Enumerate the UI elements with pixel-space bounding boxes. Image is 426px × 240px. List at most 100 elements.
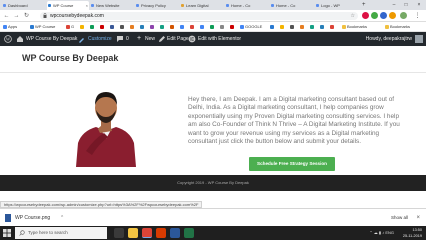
- windows-start-icon[interactable]: [3, 229, 11, 237]
- bookmark-google[interactable]: GOOGLE: [240, 22, 262, 32]
- folder-icon: [385, 25, 389, 29]
- bookmark-item[interactable]: [320, 22, 325, 32]
- site-favicon-icon: [220, 25, 224, 29]
- bookmark-item[interactable]: [290, 22, 295, 32]
- bookmark-item[interactable]: [130, 22, 135, 32]
- close-icon[interactable]: ×: [416, 209, 420, 227]
- tab-wp-course[interactable]: WP Course ×: [47, 1, 89, 10]
- bookmark-item[interactable]: [150, 22, 155, 32]
- reload-icon[interactable]: ↻: [22, 11, 31, 21]
- windows-taskbar: Type here to search ⌃ ☁ ▮ ♪ ENG 13:50 25…: [0, 226, 426, 240]
- site-favicon-icon: [280, 25, 284, 29]
- download-file-name[interactable]: WP Course.png: [15, 209, 50, 227]
- tab-learn-digital[interactable]: Learn Digital: [180, 1, 224, 10]
- bookmark-item[interactable]: [100, 22, 105, 32]
- extension-icon[interactable]: [380, 12, 387, 19]
- extension-icon[interactable]: [389, 12, 396, 19]
- back-icon[interactable]: ←: [2, 11, 11, 21]
- tab-home-2[interactable]: Home - Co: [270, 1, 314, 10]
- bookmark-folder[interactable]: Bookmarks: [342, 22, 367, 32]
- bookmark-item[interactable]: [230, 22, 235, 32]
- google-icon: [200, 25, 204, 29]
- bookmark-item[interactable]: [310, 22, 315, 32]
- bookmark-item[interactable]: [140, 22, 145, 32]
- site-favicon-icon: [210, 25, 214, 29]
- bookmark-item[interactable]: [280, 22, 285, 32]
- bookmark-item[interactable]: [180, 22, 185, 32]
- bookmark-item[interactable]: [120, 22, 125, 32]
- site-favicon-icon: [300, 25, 304, 29]
- tab-label: Privacy Policy: [141, 3, 166, 8]
- new-tab-icon[interactable]: +: [362, 1, 366, 10]
- bookmark-item[interactable]: WP Course: [30, 22, 55, 32]
- bookmark-item[interactable]: [110, 22, 115, 32]
- bookmark-item[interactable]: [80, 22, 85, 32]
- wordpress-logo-icon[interactable]: W: [4, 35, 12, 43]
- omnibox[interactable]: wpcoursebydeepak.com ☆: [40, 12, 358, 20]
- bookmark-item[interactable]: [90, 22, 95, 32]
- chevron-up-icon[interactable]: ⌃: [60, 209, 64, 227]
- admin-customize-link[interactable]: Customize: [88, 32, 112, 46]
- forward-icon[interactable]: →: [12, 11, 21, 21]
- show-all-button[interactable]: Show all: [391, 209, 408, 227]
- bookmark-item[interactable]: [210, 22, 215, 32]
- bookmark-item[interactable]: [170, 22, 175, 32]
- schedule-session-button[interactable]: Schedule Free Strategy Session: [249, 157, 335, 171]
- excel-icon[interactable]: [184, 228, 194, 238]
- profile-avatar[interactable]: [400, 12, 407, 19]
- admin-new-link[interactable]: New: [145, 32, 155, 46]
- tab-logo[interactable]: Logo - WP: [315, 1, 359, 10]
- main-content: Hey there, I am Deepak. I am a Digital m…: [0, 73, 426, 175]
- close-tab-icon[interactable]: ×: [86, 1, 88, 10]
- download-shelf: WP Course.png ⌃ Show all ×: [0, 208, 426, 226]
- chrome-icon[interactable]: [142, 228, 152, 238]
- system-tray[interactable]: ⌃ ☁ ▮ ♪ ENG: [369, 226, 394, 240]
- bookmark-item[interactable]: [160, 22, 165, 32]
- app-icon[interactable]: [156, 228, 166, 238]
- taskbar-search-input[interactable]: Type here to search: [15, 227, 107, 239]
- bookmark-item[interactable]: [190, 22, 195, 32]
- bookmark-item[interactable]: [270, 22, 275, 32]
- wordpress-icon: [91, 4, 94, 7]
- bookmark-item[interactable]: [300, 22, 305, 32]
- bookmark-item[interactable]: [200, 22, 205, 32]
- comments-count[interactable]: 0: [126, 32, 129, 46]
- bookmark-item[interactable]: G: [66, 22, 74, 32]
- extension-icon[interactable]: [371, 12, 378, 19]
- site-favicon-icon: [190, 25, 194, 29]
- site-favicon-icon: [310, 25, 314, 29]
- tab-new-website[interactable]: New Website: [90, 1, 134, 10]
- task-view-icon[interactable]: [114, 228, 124, 238]
- admin-edit-elementor-link[interactable]: Edit with Elementor: [198, 32, 241, 46]
- site-title[interactable]: WP Course By Deepak: [22, 53, 118, 63]
- site-favicon-icon: [270, 25, 274, 29]
- tab-home-1[interactable]: Home - Co: [225, 1, 269, 10]
- avatar[interactable]: [415, 35, 423, 43]
- maximize-icon[interactable]: □: [400, 0, 412, 10]
- tab-privacy-policy[interactable]: Privacy Policy: [135, 1, 179, 10]
- bookmark-item[interactable]: [330, 22, 335, 32]
- admin-howdy[interactable]: Howdy, deepakrajtrw: [366, 32, 412, 46]
- site-favicon-icon: [48, 4, 51, 7]
- word-icon[interactable]: [170, 228, 180, 238]
- browser-menu-icon[interactable]: ⋮: [413, 11, 422, 21]
- extension-icon[interactable]: [362, 12, 369, 19]
- tab-label: Logo - WP: [321, 3, 340, 8]
- admin-edit-page-link[interactable]: Edit Page: [167, 32, 189, 46]
- bookmark-star-icon[interactable]: ☆: [351, 12, 355, 20]
- elementor-icon: [188, 35, 196, 43]
- clock[interactable]: 13:50 25-11-2019: [403, 226, 422, 239]
- bookmark-apps[interactable]: Apps: [3, 22, 17, 32]
- site-favicon-icon: [90, 25, 94, 29]
- minimize-icon[interactable]: –: [388, 0, 400, 10]
- file-explorer-icon[interactable]: [128, 228, 138, 238]
- admin-site-name[interactable]: WP Course By Deepak: [26, 32, 77, 46]
- intro-paragraph: Hey there, I am Deepak. I am a Digital m…: [188, 96, 400, 146]
- bookmark-item[interactable]: [220, 22, 225, 32]
- close-window-icon[interactable]: ×: [413, 0, 425, 10]
- tab-dashboard[interactable]: Dashboard: [2, 1, 46, 10]
- tab-label: New Website: [96, 3, 120, 8]
- wordpress-icon: [271, 4, 274, 7]
- site-favicon-icon: [160, 25, 164, 29]
- bookmark-folder[interactable]: Bookmarks: [385, 22, 410, 32]
